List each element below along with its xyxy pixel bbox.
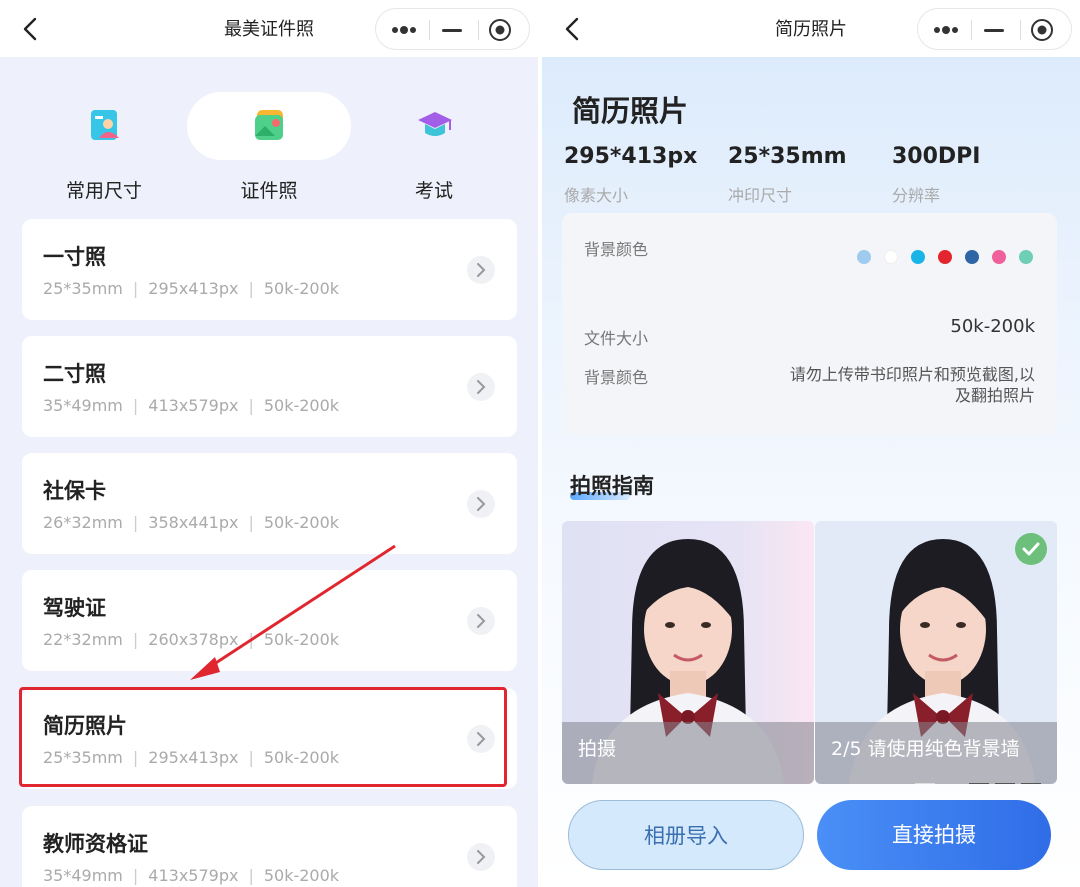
graduation-cap-icon: [418, 112, 452, 136]
category-exam[interactable]: 考试: [352, 92, 516, 202]
minimize-icon[interactable]: [442, 29, 462, 32]
check-icon: [1015, 533, 1047, 565]
bg-color-swatch[interactable]: [992, 250, 1006, 264]
photo-type-item[interactable]: 驾驶证 22*32mm | 260x378px | 50k-200k: [22, 570, 517, 671]
file-size-value: 50k-200k: [950, 316, 1035, 337]
photo-caption: 2/5 请使用纯色背景墙: [831, 738, 1020, 760]
chevron-right-icon: [467, 256, 495, 284]
item-specs: 26*32mm | 358x441px | 50k-200k: [43, 513, 340, 532]
spec-pixel-size: 295*413px 像素大小: [564, 144, 698, 205]
category-label: 考试: [414, 180, 453, 202]
guide-photo[interactable]: 拍摄: [562, 521, 814, 784]
miniapp-capsule: [917, 8, 1072, 50]
chevron-right-icon: [467, 607, 495, 635]
minimize-icon[interactable]: [984, 29, 1004, 32]
item-specs: 35*49mm | 413x579px | 50k-200k: [43, 396, 340, 415]
photo-type-item[interactable]: 一寸照 25*35mm | 295x413px | 50k-200k: [22, 219, 517, 320]
more-icon[interactable]: [391, 21, 417, 39]
bg-color-label: 背景颜色: [584, 240, 649, 259]
category-id-photo[interactable]: 证件照: [187, 92, 351, 202]
nav-bar: 最美证件照: [0, 0, 538, 57]
photo-type-item[interactable]: 社保卡 26*32mm | 358x441px | 50k-200k: [22, 453, 517, 554]
item-title: 驾驶证: [43, 596, 106, 620]
bg-color-swatch[interactable]: [938, 250, 952, 264]
photo-caption: 拍摄: [578, 738, 617, 760]
left-screen: 最美证件照 常用尺寸 证件照 考试 一寸照 25*35mm | 295x413px |…: [0, 0, 538, 887]
more-icon[interactable]: [933, 21, 959, 39]
item-specs: 22*32mm | 260x378px | 50k-200k: [43, 630, 340, 649]
bg-color-swatch[interactable]: [857, 250, 871, 264]
chevron-right-icon: [467, 490, 495, 518]
item-title: 二寸照: [43, 362, 106, 386]
album-import-button[interactable]: 相册导入: [568, 800, 804, 870]
photo-type-item[interactable]: 教师资格证 35*49mm | 413x579px | 50k-200k: [22, 806, 517, 887]
chevron-right-icon: [467, 843, 495, 871]
bg-color-swatch[interactable]: [911, 250, 925, 264]
photo-type-item[interactable]: 二寸照 35*49mm | 413x579px | 50k-200k: [22, 336, 517, 437]
item-specs: 35*49mm | 413x579px | 50k-200k: [43, 866, 340, 885]
info-panel: 背景颜色 文件大小 50k-200k 背景颜色 请勿上传带书印照片和预览截图,以…: [562, 213, 1057, 435]
category-common-size[interactable]: 常用尺寸: [22, 92, 186, 202]
upload-note: 请勿上传带书印照片和预览截图,以及翻拍照片: [789, 365, 1035, 405]
miniapp-capsule: [375, 8, 530, 50]
right-screen: 简历照片 简历照片 295*413px 像素大小 25*35mm 冲印尺寸 30…: [542, 0, 1080, 887]
category-label: 常用尺寸: [65, 180, 142, 202]
bg-color-swatch[interactable]: [884, 250, 898, 264]
bg-color-swatches: [844, 250, 1033, 266]
category-label: 证件照: [240, 180, 298, 202]
nav-bar: 简历照片: [542, 0, 1080, 57]
item-title: 一寸照: [43, 245, 106, 269]
file-size-label: 文件大小: [584, 329, 649, 348]
detail-heading: 简历照片: [572, 94, 689, 128]
carousel-pager: [909, 772, 1041, 784]
item-specs: 25*35mm | 295x413px | 50k-200k: [43, 279, 340, 298]
bg-color-swatch[interactable]: [965, 250, 979, 264]
id-card-icon: [91, 110, 119, 140]
spec-print-size: 25*35mm 冲印尺寸: [728, 144, 847, 205]
item-title: 教师资格证: [43, 832, 148, 856]
spec-resolution: 300DPI 分辨率: [892, 144, 981, 205]
take-photo-button[interactable]: 直接拍摄: [817, 800, 1051, 870]
guide-title: 拍照指南: [570, 474, 654, 498]
chevron-right-icon: [467, 373, 495, 401]
bg-color-swatch[interactable]: [1019, 250, 1033, 264]
highlight-box: [19, 687, 507, 787]
photo-icon: [255, 110, 283, 140]
close-miniapp-icon[interactable]: [488, 18, 512, 42]
guide-photo[interactable]: 2/5 请使用纯色背景墙: [815, 521, 1057, 784]
item-title: 社保卡: [43, 479, 106, 503]
close-miniapp-icon[interactable]: [1030, 18, 1054, 42]
note-label: 背景颜色: [584, 368, 649, 387]
